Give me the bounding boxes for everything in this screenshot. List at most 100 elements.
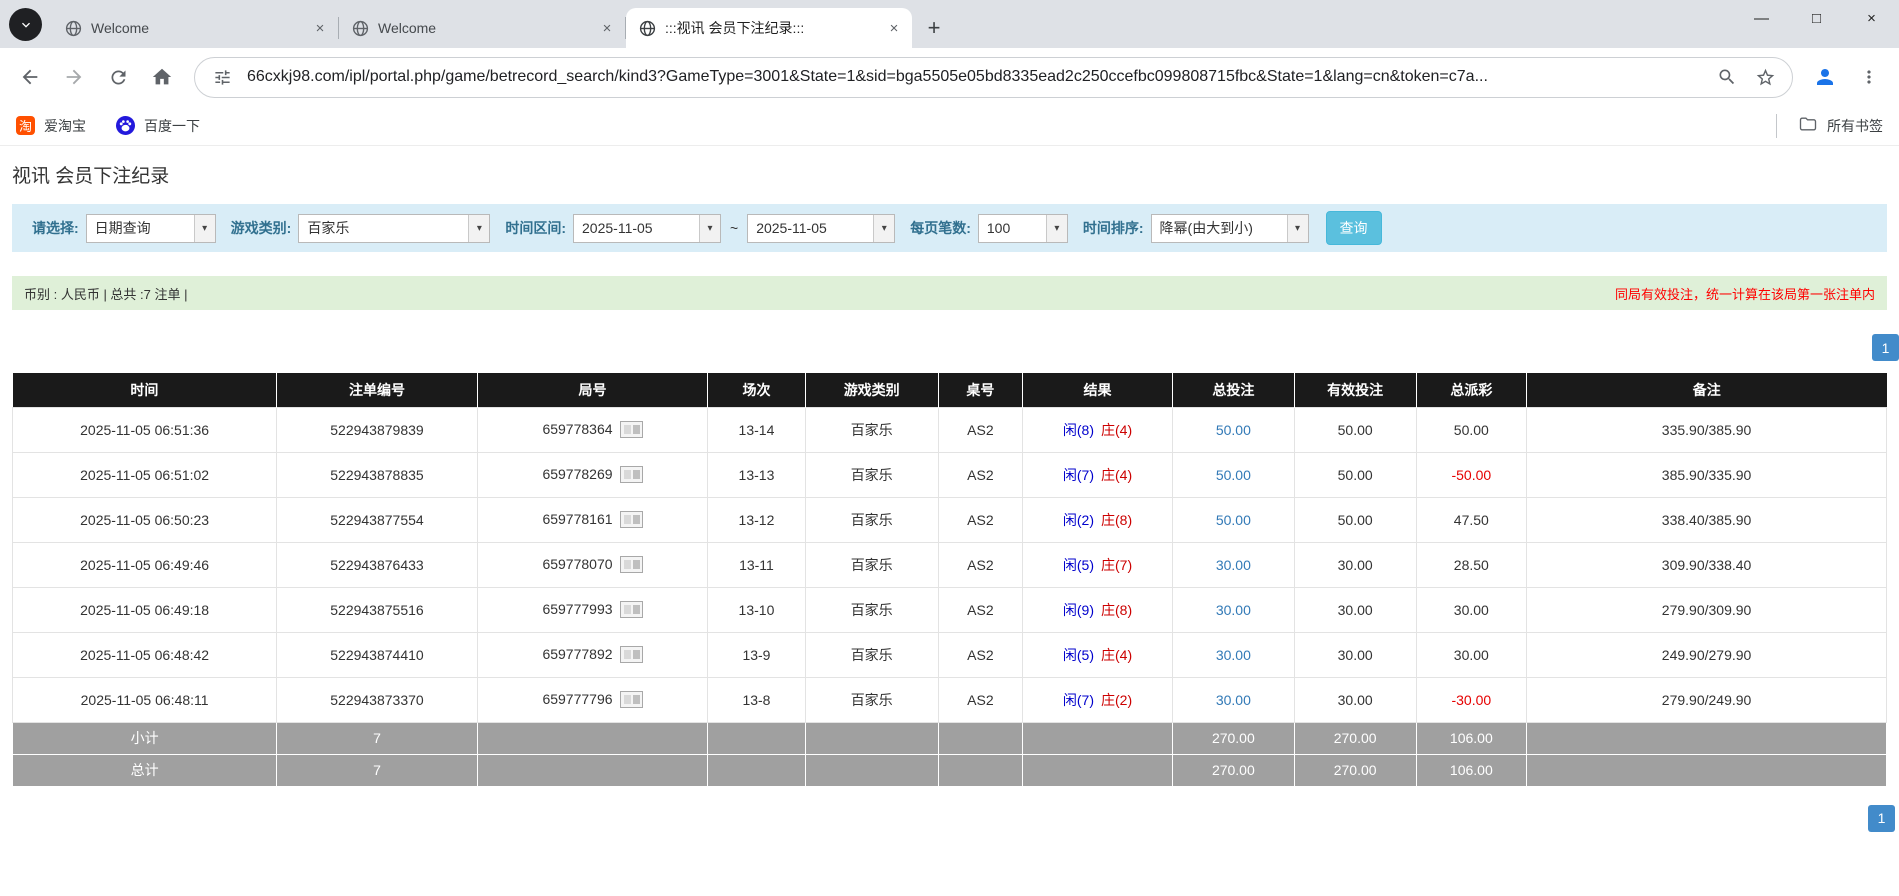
bet-time-cell: 2025-11-05 06:49:46 bbox=[13, 542, 277, 587]
subtotal-row: 小计7270.00270.00106.00 bbox=[13, 722, 1887, 754]
round-result-icon[interactable] bbox=[620, 601, 643, 618]
new-tab-button[interactable]: + bbox=[919, 13, 949, 43]
search-button[interactable]: 查询 bbox=[1326, 211, 1382, 245]
round-result-icon[interactable] bbox=[620, 556, 643, 573]
tab-bet-record[interactable]: :::视讯 会员下注纪录::: × bbox=[626, 8, 912, 48]
valid-bet-cell: 50.00 bbox=[1294, 452, 1416, 497]
total-bet-link[interactable]: 50.00 bbox=[1172, 452, 1294, 497]
query-type-combobox[interactable]: ▾ bbox=[86, 214, 216, 243]
summary-cell: 106.00 bbox=[1416, 754, 1527, 786]
profile-avatar[interactable] bbox=[1805, 57, 1845, 97]
chevron-down-icon[interactable]: ▾ bbox=[1287, 215, 1308, 242]
valid-bet-cell: 30.00 bbox=[1294, 542, 1416, 587]
summary-cell bbox=[1527, 722, 1887, 754]
note-cell: 335.90/385.90 bbox=[1527, 407, 1887, 452]
table-row: 2025-11-05 06:49:18 522943875516 6597779… bbox=[13, 587, 1887, 632]
bet-time-cell: 2025-11-05 06:51:36 bbox=[13, 407, 277, 452]
tab-title: Welcome bbox=[91, 20, 301, 36]
menu-icon[interactable] bbox=[1849, 57, 1889, 97]
home-button[interactable] bbox=[142, 57, 182, 97]
tab-close-icon[interactable]: × bbox=[884, 18, 904, 38]
bet-time-cell: 2025-11-05 06:51:02 bbox=[13, 452, 277, 497]
sort-order-input[interactable] bbox=[1152, 215, 1287, 242]
date-to-input[interactable] bbox=[748, 215, 873, 242]
table-number-cell: AS2 bbox=[938, 497, 1022, 542]
bookmarks-bar: 淘 爱淘宝 百度一下 所有书签 bbox=[0, 106, 1899, 146]
bet-time-cell: 2025-11-05 06:48:42 bbox=[13, 632, 277, 677]
site-settings-icon[interactable] bbox=[209, 64, 235, 90]
date-from-input[interactable] bbox=[574, 215, 699, 242]
date-from-picker[interactable]: ▾ bbox=[573, 214, 721, 243]
total-bet-link[interactable]: 50.00 bbox=[1172, 497, 1294, 542]
summary-cell bbox=[1023, 754, 1173, 786]
game-type-combobox[interactable]: ▾ bbox=[298, 214, 490, 243]
close-button[interactable]: × bbox=[1844, 0, 1899, 36]
chevron-down-icon[interactable]: ▾ bbox=[468, 215, 489, 242]
summary-cell: 7 bbox=[277, 754, 478, 786]
summary-cell bbox=[805, 722, 938, 754]
tab-welcome-1[interactable]: Welcome × bbox=[52, 8, 338, 48]
summary-cell: 106.00 bbox=[1416, 722, 1527, 754]
tab-search-button[interactable] bbox=[9, 8, 42, 41]
page-number-button[interactable]: 1 bbox=[1872, 334, 1899, 361]
query-type-input[interactable] bbox=[87, 215, 194, 242]
total-bet-link[interactable]: 30.00 bbox=[1172, 542, 1294, 587]
round-cell: 659778070 bbox=[477, 542, 708, 587]
globe-icon bbox=[351, 19, 369, 37]
back-button[interactable] bbox=[10, 57, 50, 97]
zoom-icon[interactable] bbox=[1714, 64, 1740, 90]
chevron-down-icon[interactable]: ▾ bbox=[873, 215, 894, 242]
note-cell: 279.90/309.90 bbox=[1527, 587, 1887, 632]
banker-result: 庄(4) bbox=[1101, 467, 1132, 483]
sort-order-combobox[interactable]: ▾ bbox=[1151, 214, 1309, 243]
round-number: 659777993 bbox=[542, 601, 612, 617]
bet-record-table: 时间注单编号局号场次游戏类别桌号结果总投注有效投注总派彩备注 2025-11-0… bbox=[12, 373, 1887, 787]
tab-welcome-2[interactable]: Welcome × bbox=[339, 8, 625, 48]
bookmark-aitaobao[interactable]: 淘 爱淘宝 bbox=[16, 116, 86, 136]
chevron-down-icon[interactable]: ▾ bbox=[1046, 215, 1067, 242]
game-type-input[interactable] bbox=[299, 215, 468, 242]
minimize-button[interactable]: — bbox=[1734, 0, 1789, 36]
refresh-button[interactable] bbox=[98, 57, 138, 97]
round-result-icon[interactable] bbox=[620, 646, 643, 663]
round-result-icon[interactable] bbox=[620, 466, 643, 483]
summary-cell: 270.00 bbox=[1172, 754, 1294, 786]
column-header: 场次 bbox=[708, 373, 805, 407]
round-result-icon[interactable] bbox=[620, 421, 643, 438]
total-bet-link[interactable]: 30.00 bbox=[1172, 587, 1294, 632]
maximize-button[interactable]: □ bbox=[1789, 0, 1844, 36]
page-size-input[interactable] bbox=[979, 215, 1046, 242]
page-number-button[interactable]: 1 bbox=[1868, 805, 1895, 832]
total-bet-link[interactable]: 30.00 bbox=[1172, 632, 1294, 677]
table-number-cell: AS2 bbox=[938, 452, 1022, 497]
summary-cell bbox=[805, 754, 938, 786]
tab-close-icon[interactable]: × bbox=[310, 18, 330, 38]
forward-button[interactable] bbox=[54, 57, 94, 97]
bet-id-cell: 522943879839 bbox=[277, 407, 478, 452]
url-text[interactable]: 66cxkj98.com/ipl/portal.php/game/betreco… bbox=[247, 68, 1702, 86]
chevron-down-icon[interactable]: ▾ bbox=[194, 215, 215, 242]
round-result-icon[interactable] bbox=[620, 511, 643, 528]
column-header: 注单编号 bbox=[277, 373, 478, 407]
payout-cell: 30.00 bbox=[1416, 632, 1527, 677]
window-controls: — □ × bbox=[1734, 0, 1899, 36]
chevron-down-icon[interactable]: ▾ bbox=[699, 215, 720, 242]
address-bar[interactable]: 66cxkj98.com/ipl/portal.php/game/betreco… bbox=[194, 57, 1793, 98]
session-cell: 13-11 bbox=[708, 542, 805, 587]
player-result: 闲(7) bbox=[1063, 467, 1094, 483]
page-size-combobox[interactable]: ▾ bbox=[978, 214, 1068, 243]
bookmark-star-icon[interactable] bbox=[1752, 64, 1778, 90]
currency-summary: 币别 : 人民币 | 总共 :7 注单 | bbox=[24, 284, 188, 303]
total-bet-link[interactable]: 30.00 bbox=[1172, 677, 1294, 722]
tab-close-icon[interactable]: × bbox=[597, 18, 617, 38]
all-bookmarks-button[interactable]: 所有书签 bbox=[1776, 114, 1883, 138]
table-number-cell: AS2 bbox=[938, 407, 1022, 452]
summary-cell: 270.00 bbox=[1172, 722, 1294, 754]
bet-id-cell: 522943878835 bbox=[277, 452, 478, 497]
bookmark-baidu[interactable]: 百度一下 bbox=[116, 116, 200, 136]
total-bet-link[interactable]: 50.00 bbox=[1172, 407, 1294, 452]
round-result-icon[interactable] bbox=[620, 691, 643, 708]
date-to-picker[interactable]: ▾ bbox=[747, 214, 895, 243]
summary-cell: 270.00 bbox=[1294, 754, 1416, 786]
tab-title: :::视讯 会员下注纪录::: bbox=[665, 18, 875, 38]
